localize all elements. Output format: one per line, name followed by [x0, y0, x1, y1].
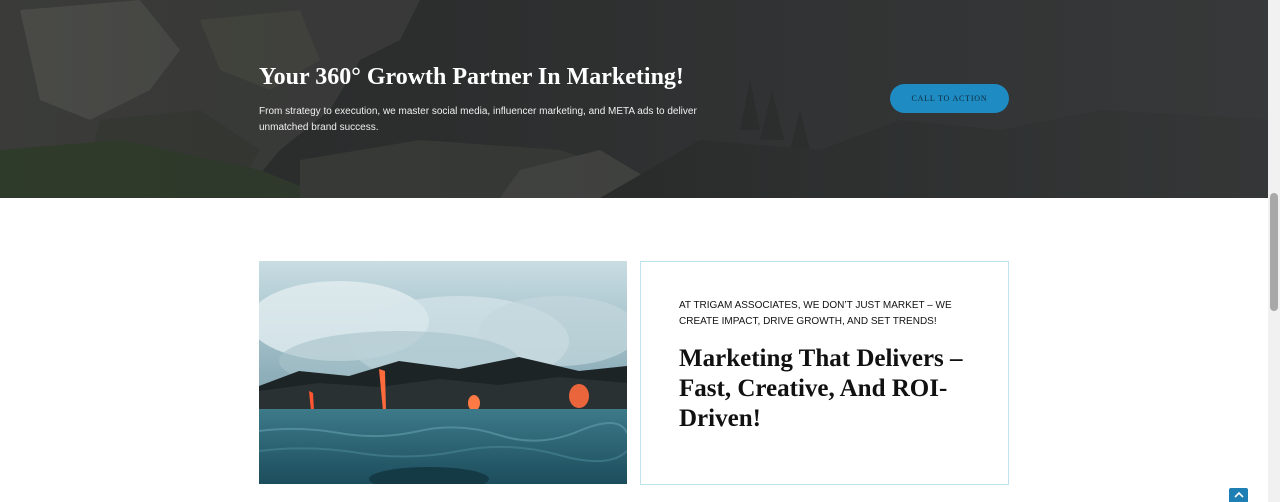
chevron-up-icon: [1233, 491, 1244, 498]
lava-ocean-image: [259, 261, 627, 484]
hero-banner: Your 360° Growth Partner In Marketing! F…: [0, 0, 1280, 198]
hero-background-image: [0, 0, 1280, 198]
back-to-top-button[interactable]: [1229, 488, 1248, 502]
hero-subtitle: From strategy to execution, we master so…: [259, 106, 697, 133]
feature-eyebrow: AT TRIGAM ASSOCIATES, WE DON’T JUST MARK…: [679, 300, 952, 327]
scrollbar-thumb[interactable]: [1270, 193, 1278, 311]
feature-card: AT TRIGAM ASSOCIATES, WE DON’T JUST MARK…: [640, 261, 1009, 485]
call-to-action-button[interactable]: CALL TO ACTION: [890, 84, 1009, 113]
page-scrollbar[interactable]: [1268, 0, 1280, 502]
feature-title: Marketing That Delivers – Fast, Creative…: [679, 345, 963, 432]
hero-title: Your 360° Growth Partner In Marketing!: [259, 64, 684, 90]
